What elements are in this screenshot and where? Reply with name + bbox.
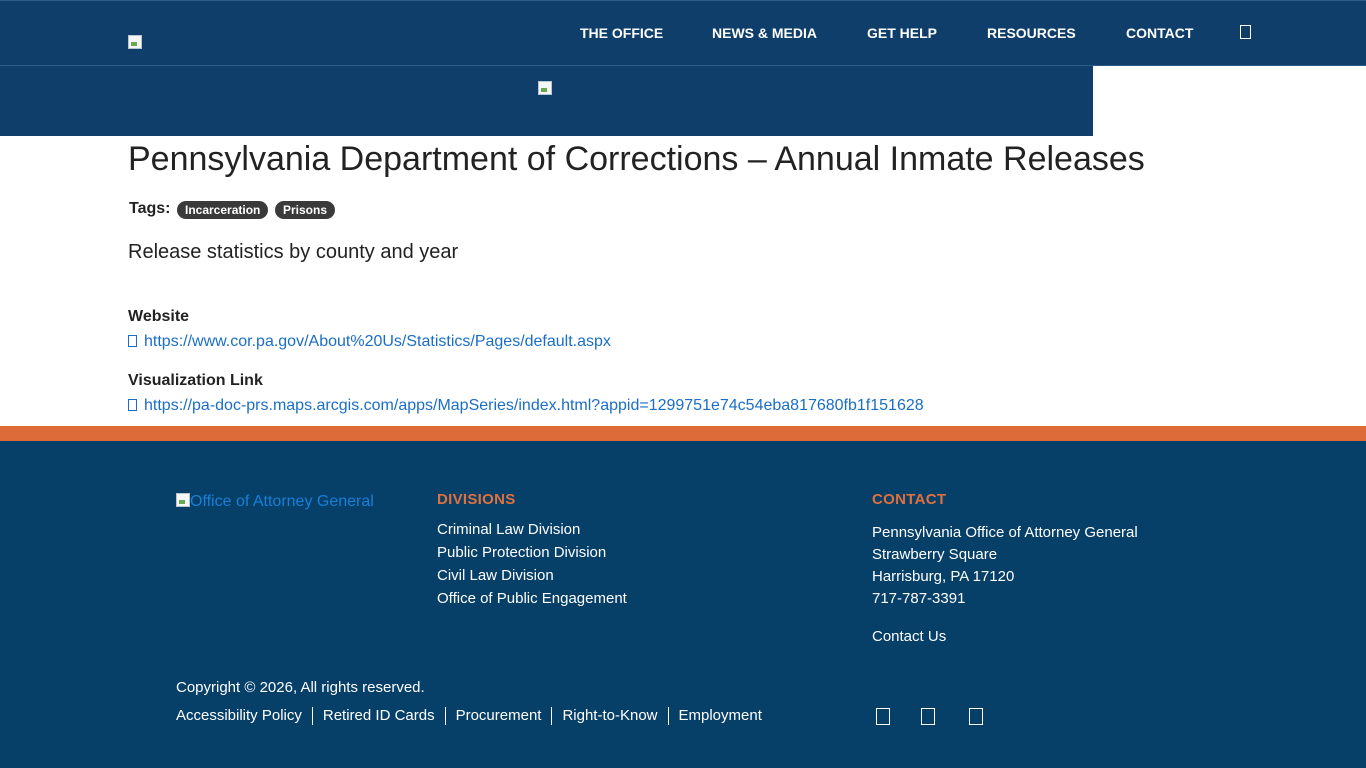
nav-the-office[interactable]: THE OFFICE xyxy=(580,25,663,41)
youtube-icon[interactable] xyxy=(969,708,983,725)
site-footer: Office of Attorney General DIVISIONS Cri… xyxy=(0,441,1366,768)
website-link[interactable]: https://www.cor.pa.gov/About%20Us/Statis… xyxy=(128,333,611,351)
contact-heading: CONTACT xyxy=(872,491,947,508)
broken-image-icon xyxy=(176,493,190,507)
facebook-icon[interactable] xyxy=(876,708,890,725)
website-label: Website xyxy=(128,308,190,325)
visualization-label: Visualization Link xyxy=(128,372,263,389)
tag-incarceration[interactable]: Incarceration xyxy=(177,201,269,219)
nav-news-media[interactable]: NEWS & MEDIA xyxy=(712,25,817,41)
link-procurement[interactable]: Procurement xyxy=(444,707,552,725)
visualization-link[interactable]: https://pa-doc-prs.maps.arcgis.com/apps/… xyxy=(128,397,924,415)
visualization-url: https://pa-doc-prs.maps.arcgis.com/apps/… xyxy=(144,397,924,414)
website-url: https://www.cor.pa.gov/About%20Us/Statis… xyxy=(144,333,611,350)
tag-prisons[interactable]: Prisons xyxy=(275,201,336,219)
division-criminal-law[interactable]: Criminal Law Division xyxy=(437,521,580,538)
copyright: Copyright © 2026, All rights reserved. xyxy=(176,679,425,696)
contact-address-line1: Strawberry Square xyxy=(872,546,998,563)
link-retired-id-cards[interactable]: Retired ID Cards xyxy=(311,707,445,725)
page-banner xyxy=(0,66,1093,136)
search-icon[interactable] xyxy=(1240,25,1251,39)
nav-resources[interactable]: RESOURCES xyxy=(987,25,1076,41)
banner-image-icon xyxy=(538,81,552,95)
twitter-icon[interactable] xyxy=(921,708,935,725)
divisions-heading: DIVISIONS xyxy=(437,491,516,508)
external-link-icon xyxy=(128,399,137,411)
external-link-icon xyxy=(128,335,137,347)
broken-image-icon xyxy=(128,35,142,49)
site-logo[interactable] xyxy=(128,35,144,51)
link-right-to-know[interactable]: Right-to-Know xyxy=(551,707,667,725)
contact-org-name: Pennsylvania Office of Attorney General xyxy=(872,524,1138,541)
link-accessibility-policy[interactable]: Accessibility Policy xyxy=(176,707,312,725)
tags-label: Tags: xyxy=(129,200,171,217)
footer-logo[interactable]: Office of Attorney General xyxy=(176,493,374,511)
page-title: Pennsylvania Department of Corrections –… xyxy=(128,140,1145,178)
link-employment[interactable]: Employment xyxy=(667,707,772,725)
contact-phone: 717-787-3391 xyxy=(872,590,966,607)
division-public-engagement[interactable]: Office of Public Engagement xyxy=(437,590,627,607)
orange-divider xyxy=(0,426,1366,441)
footer-bottom-links: Accessibility Policy Retired ID Cards Pr… xyxy=(176,707,772,725)
division-civil-law[interactable]: Civil Law Division xyxy=(437,567,554,584)
contact-address-line2: Harrisburg, PA 17120 xyxy=(872,568,1015,585)
footer-logo-alt: Office of Attorney General xyxy=(190,493,374,510)
contact-us-link[interactable]: Contact Us xyxy=(872,628,946,645)
top-navigation-bar: THE OFFICE NEWS & MEDIA GET HELP RESOURC… xyxy=(0,0,1366,66)
division-public-protection[interactable]: Public Protection Division xyxy=(437,544,606,561)
page-description: Release statistics by county and year xyxy=(128,241,459,263)
nav-get-help[interactable]: GET HELP xyxy=(867,25,937,41)
nav-contact[interactable]: CONTACT xyxy=(1126,25,1193,41)
